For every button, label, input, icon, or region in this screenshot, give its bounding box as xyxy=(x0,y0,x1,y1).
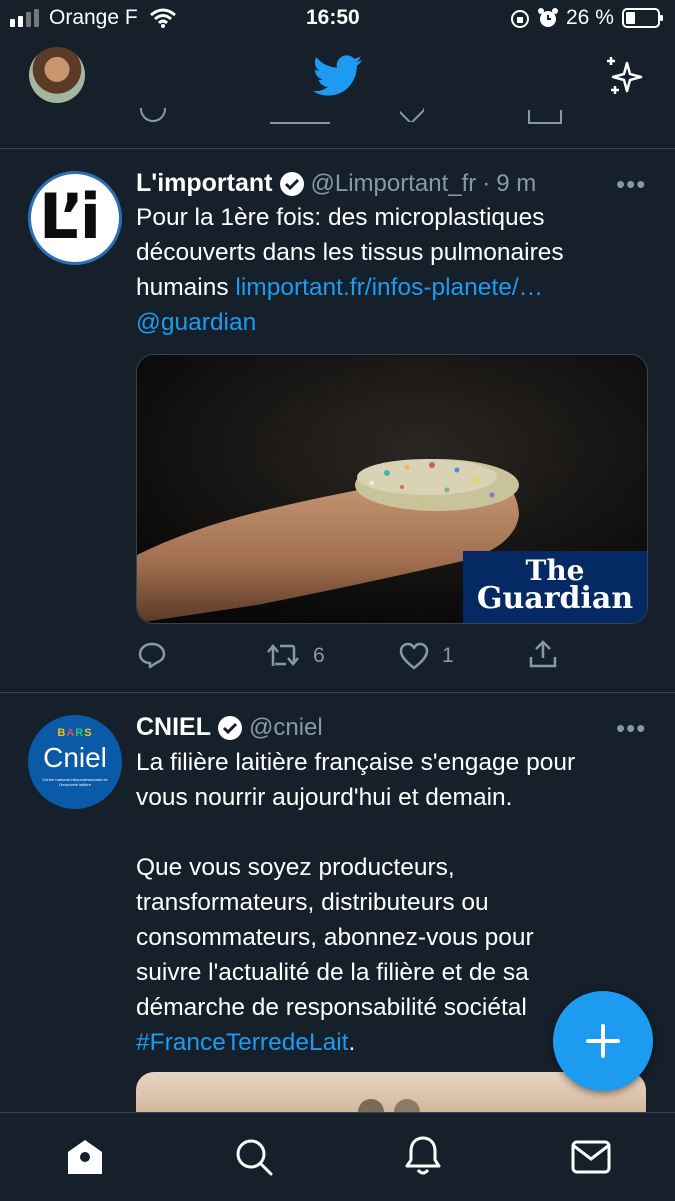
avatar-cniel[interactable]: BARS Cniel Centre national interprofessi… xyxy=(28,715,122,809)
alarm-icon xyxy=(538,8,558,27)
tweet-limportant[interactable]: L’i L'important @Limportant_fr · 9 m •••… xyxy=(0,149,675,691)
guardian-logo: The Guardian xyxy=(463,551,647,623)
battery-icon xyxy=(622,8,663,28)
like-count: 1 xyxy=(442,644,454,667)
like-icon-previous xyxy=(400,108,424,122)
bell-icon[interactable] xyxy=(403,1135,443,1177)
compose-tweet-button[interactable] xyxy=(553,991,653,1091)
more-options-icon[interactable]: ••• xyxy=(616,169,646,200)
avatar-limportant[interactable]: L’i xyxy=(28,171,122,265)
verified-badge-icon xyxy=(218,715,242,740)
profile-avatar[interactable] xyxy=(29,47,85,103)
bottom-navigation xyxy=(0,1112,675,1201)
tweet-header: L'important @Limportant_fr · 9 m xyxy=(136,169,536,198)
author-name[interactable]: L'important xyxy=(136,169,273,198)
retweet-icon-previous xyxy=(270,110,330,124)
sparkle-icon[interactable] xyxy=(603,55,645,97)
tweet-media-image[interactable]: The Guardian xyxy=(136,354,648,624)
home-icon[interactable] xyxy=(65,1137,105,1177)
share-icon-previous xyxy=(528,110,562,124)
tweet-time[interactable]: 9 m xyxy=(496,170,536,198)
hashtag-link[interactable]: #FranceTerredeLait xyxy=(136,1029,348,1056)
retweet-count: 6 xyxy=(313,644,325,667)
reply-icon-previous xyxy=(140,108,170,122)
photo-person xyxy=(394,1099,420,1112)
cniel-logo-mark: BARS xyxy=(57,727,93,739)
author-handle[interactable]: @cniel xyxy=(249,714,323,742)
share-icon[interactable] xyxy=(528,639,558,669)
more-options-icon[interactable]: ••• xyxy=(616,713,646,744)
retweet-icon[interactable] xyxy=(266,642,300,668)
tweet-header: CNIEL @cniel xyxy=(136,713,323,742)
carrier-name: Orange F xyxy=(49,6,138,29)
author-name[interactable]: CNIEL xyxy=(136,713,211,742)
photo-person xyxy=(358,1099,384,1112)
wifi-icon xyxy=(150,8,176,28)
reply-icon[interactable] xyxy=(138,641,166,669)
tweet-link[interactable]: limportant.fr/infos-planete/… xyxy=(235,274,543,301)
rotation-lock-icon xyxy=(511,10,529,28)
status-bar: Orange F 16:50 26 % xyxy=(0,0,675,38)
mention-link[interactable]: @guardian xyxy=(136,305,646,340)
verified-badge-icon xyxy=(279,171,304,196)
author-handle[interactable]: @Limportant_fr xyxy=(311,170,477,198)
twitter-bird-icon[interactable] xyxy=(313,55,363,97)
plus-icon xyxy=(586,1024,620,1058)
tweet-text: Pour la 1ère fois: des microplastiques d… xyxy=(136,200,646,340)
separator-dot: · xyxy=(482,169,491,197)
like-icon[interactable] xyxy=(399,642,429,670)
clock: 16:50 xyxy=(306,6,360,29)
mail-icon[interactable] xyxy=(571,1140,611,1174)
search-icon[interactable] xyxy=(234,1137,274,1177)
battery-percent: 26 % xyxy=(566,6,614,29)
signal-icon xyxy=(10,9,39,27)
